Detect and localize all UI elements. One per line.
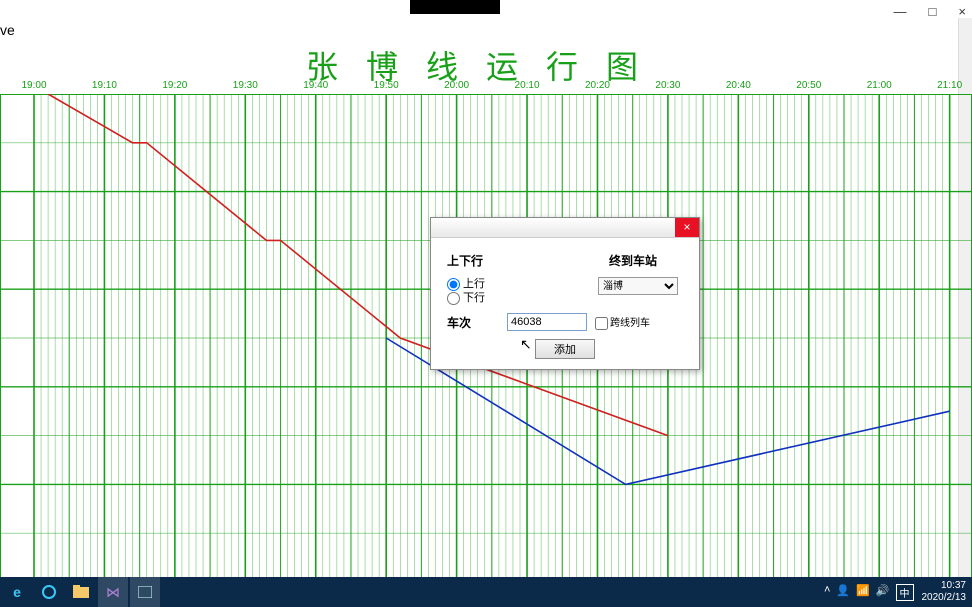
- time-tick-label: 20:40: [726, 80, 751, 91]
- file-explorer-icon[interactable]: [66, 577, 96, 607]
- time-tick-label: 19:20: [162, 80, 187, 91]
- time-tick-label: 19:30: [233, 80, 258, 91]
- black-bar: [410, 0, 500, 14]
- window-controls: — □ ×: [894, 4, 966, 19]
- clock-time: 10:37: [922, 580, 967, 592]
- time-tick-label: 21:10: [937, 80, 962, 91]
- add-button[interactable]: 添加: [535, 339, 595, 359]
- train-number-input[interactable]: [507, 313, 587, 331]
- tray-network-icon[interactable]: 📶: [856, 584, 870, 601]
- app-taskbar-icon[interactable]: [130, 577, 160, 607]
- time-tick-label: 20:00: [444, 80, 469, 91]
- taskbar: e ⋈ ˄ 👤 📶 🔊 中 10:37 2020/2/13: [0, 577, 972, 607]
- taskbar-clock[interactable]: 10:37 2020/2/13: [922, 580, 967, 604]
- tray-ime-icon[interactable]: 中: [896, 584, 914, 601]
- window-icon: [138, 586, 152, 598]
- tray-people-icon[interactable]: 👤: [836, 584, 850, 601]
- cross-line-checkbox[interactable]: 跨线列车: [595, 314, 650, 330]
- add-train-dialog: × 上下行 终到车站 上行 下行 淄博 车次: [430, 217, 700, 370]
- close-button[interactable]: ×: [958, 4, 966, 19]
- app-window: — □ × ve 张博线运行图 19:0019:1019:2019:3019:4…: [0, 0, 972, 607]
- direction-radio-group: 上行 下行: [447, 277, 583, 305]
- clock-date: 2020/2/13: [922, 592, 967, 604]
- system-tray: ˄ 👤 📶 🔊 中: [824, 584, 914, 601]
- time-axis-labels: 19:00 19:10 19:20 19:30 19:40 19:50 20:00 20:10…: [0, 80, 972, 94]
- train-number-label: 车次: [447, 314, 507, 331]
- time-tick-label: 20:50: [796, 80, 821, 91]
- dialog-titlebar[interactable]: ×: [431, 218, 699, 238]
- time-tick-label: 19:40: [303, 80, 328, 91]
- time-tick-label: 19:00: [21, 80, 46, 91]
- time-tick-label: 20:10: [515, 80, 540, 91]
- radio-down[interactable]: 下行: [447, 291, 583, 305]
- taskbar-left: e ⋈: [0, 577, 160, 607]
- terminal-station-select[interactable]: 淄博: [598, 277, 678, 295]
- time-tick-label: 21:00: [867, 80, 892, 91]
- dialog-close-button[interactable]: ×: [675, 218, 699, 237]
- folder-icon: [73, 585, 89, 599]
- minimize-button[interactable]: —: [894, 4, 907, 19]
- tray-chevron-icon[interactable]: ˄: [824, 584, 830, 601]
- circle-icon: [41, 584, 57, 600]
- browser-icon[interactable]: [34, 577, 64, 607]
- time-tick-label: 20:20: [585, 80, 610, 91]
- taskbar-right: ˄ 👤 📶 🔊 中 10:37 2020/2/13: [824, 580, 972, 604]
- terminal-station-label: 终到车站: [583, 252, 683, 269]
- radio-up[interactable]: 上行: [447, 277, 583, 291]
- time-tick-label: 19:50: [374, 80, 399, 91]
- visual-studio-icon[interactable]: ⋈: [98, 577, 128, 607]
- title-fragment: ve: [0, 22, 15, 38]
- edge-icon[interactable]: e: [2, 577, 32, 607]
- direction-label: 上下行: [447, 252, 507, 269]
- time-tick-label: 19:10: [92, 80, 117, 91]
- maximize-button[interactable]: □: [929, 4, 937, 19]
- tray-volume-icon[interactable]: 🔊: [876, 584, 890, 601]
- dialog-body: 上下行 终到车站 上行 下行 淄博 车次 跨线列车: [431, 238, 699, 369]
- time-tick-label: 20:30: [655, 80, 680, 91]
